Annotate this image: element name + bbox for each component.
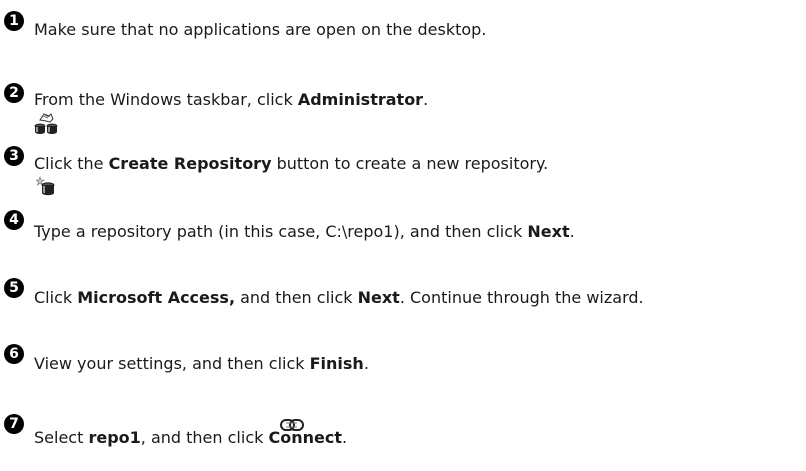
step-text-post: . [423, 90, 429, 109]
step-text-post: button to create a new repository. [271, 154, 549, 173]
step-number-badge: 1 [4, 11, 24, 31]
ui-term-create-repository: Create Repository [108, 154, 272, 173]
step-text-pre: Click the [34, 154, 109, 173]
step-7: 7 Select repo1, and then click Connect. [0, 414, 806, 456]
step-number-badge: 2 [4, 83, 24, 103]
step-4: 4 Type a repository path (in this case, … [0, 210, 806, 250]
step-text: Click Microsoft Access, and then click N… [34, 288, 644, 308]
step-number-badge: 3 [4, 146, 24, 166]
ui-term-finish: Finish [309, 354, 364, 373]
step-text: View your settings, and then click Finis… [34, 354, 369, 374]
step-text: Make sure that no applications are open … [34, 20, 486, 40]
step-number-badge: 7 [4, 414, 24, 434]
step-6: 6 View your settings, and then click Fin… [0, 344, 806, 382]
ui-term-microsoft-access: Microsoft Access, [77, 288, 236, 307]
administrator-icon [34, 113, 58, 134]
step-text: Type a repository path (in this case, C:… [34, 222, 575, 242]
step-text-post: . [363, 354, 369, 373]
step-3: 3 Click the Create Repository button to … [0, 146, 806, 182]
ui-term-repo1: repo1 [88, 428, 141, 447]
step-text: Click the Create Repository button to cr… [34, 154, 548, 174]
step-2: 2 From the Windows taskbar, click Admini… [0, 83, 806, 118]
step-number-badge: 5 [4, 278, 24, 298]
step-text-pre: Select [34, 428, 89, 447]
step-text-pre: Type a repository path (in this case, C:… [34, 222, 528, 241]
step-text-post: . [341, 428, 348, 447]
ui-term-administrator: Administrator [297, 90, 424, 109]
step-text-post: . Continue through the wizard. [399, 288, 644, 307]
step-text-post: . [569, 222, 575, 241]
ui-term-next: Next [357, 288, 400, 307]
step-text-content: Make sure that no applications are open … [34, 20, 487, 39]
step-text-mid: and then click [235, 288, 358, 307]
step-number-badge: 6 [4, 344, 24, 364]
step-text-pre: From the Windows taskbar, click [34, 90, 298, 109]
create-repository-icon [36, 176, 55, 196]
step-1: 1 Make sure that no applications are ope… [0, 11, 806, 48]
ui-term-next: Next [527, 222, 570, 241]
step-number-badge: 4 [4, 210, 24, 230]
connect-icon [280, 419, 304, 431]
step-text-pre: Click [34, 288, 78, 307]
step-text-pre: View your settings, and then click [34, 354, 310, 373]
step-text: From the Windows taskbar, click Administ… [34, 90, 428, 110]
step-text-mid: , and then click [140, 428, 269, 447]
step-5: 5 Click Microsoft Access, and then click… [0, 278, 806, 316]
